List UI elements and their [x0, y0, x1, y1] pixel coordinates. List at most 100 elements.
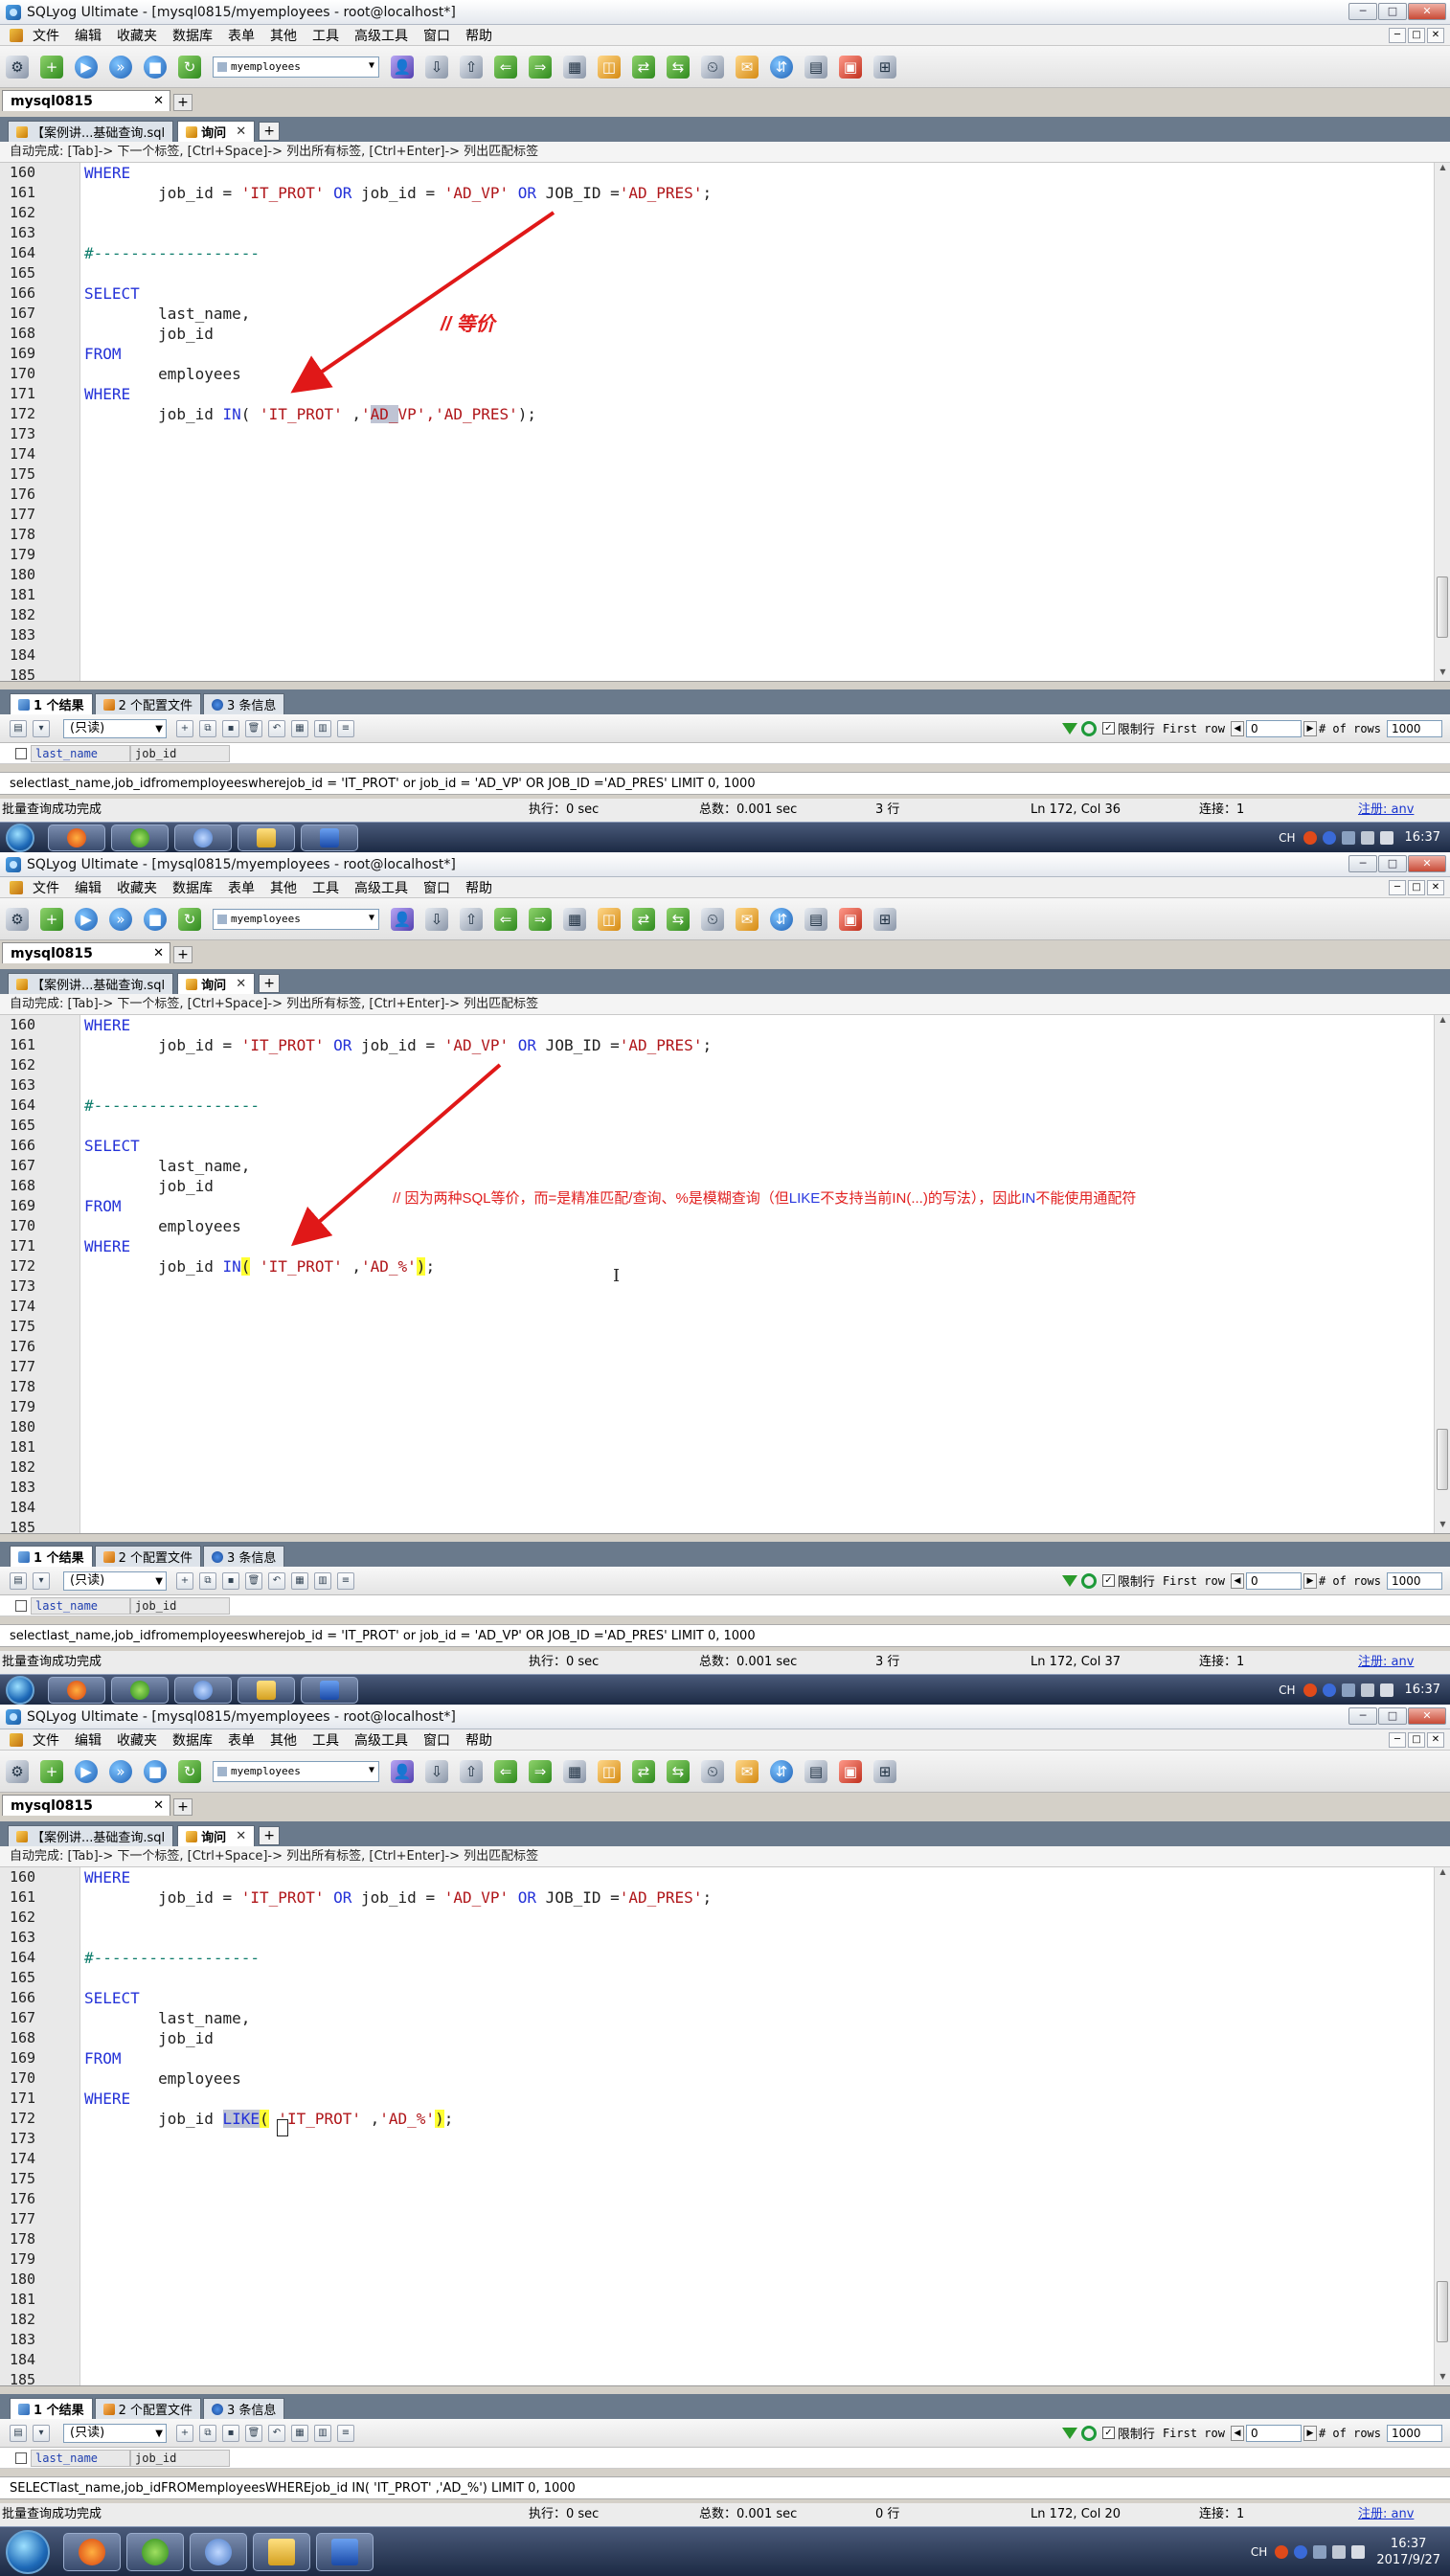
tray-clock[interactable]: 16:37 2017/9/27 — [1376, 2536, 1440, 2568]
settings-icon[interactable] — [1341, 830, 1355, 845]
refresh-icon[interactable] — [1080, 1572, 1097, 1589]
menu-table[interactable]: 表单 — [220, 26, 262, 45]
new-query-icon[interactable]: + — [40, 55, 63, 79]
limit-rows-checkbox[interactable]: ✓ — [1101, 722, 1115, 734]
menu-help[interactable]: 帮助 — [458, 878, 500, 897]
query-builder-icon[interactable]: ◫ — [598, 1759, 621, 1783]
mdi-close-button[interactable]: ✕ — [1427, 28, 1444, 43]
rows-input[interactable]: 1000 — [1387, 1571, 1442, 1590]
start-button[interactable] — [6, 823, 34, 852]
stop-query-icon[interactable]: ■ — [144, 907, 167, 931]
mdi-close-button[interactable]: ✕ — [1427, 1732, 1444, 1748]
status-registration[interactable]: 注册: anv — [1358, 2503, 1414, 2526]
add-connection-button[interactable]: + — [173, 94, 193, 111]
start-button[interactable] — [6, 2529, 50, 2574]
export-result-icon[interactable]: ▤ — [10, 1571, 27, 1590]
settings-icon[interactable] — [1341, 1683, 1355, 1697]
menu-advanced-tools[interactable]: 高级工具 — [347, 26, 416, 45]
column-job-id[interactable]: job_id — [130, 2449, 230, 2467]
filter-icon[interactable] — [1061, 2427, 1077, 2439]
network-icon[interactable] — [1332, 2544, 1347, 2559]
taskbar-browser[interactable] — [111, 1676, 169, 1704]
tray-language[interactable]: CH — [1279, 831, 1295, 845]
volume-icon[interactable] — [1351, 2544, 1366, 2559]
export-icon[interactable]: ⇒ — [529, 907, 552, 931]
code-area[interactable]: 160 WHERE 161 job_id = 'IT_PROT' OR job_i… — [0, 163, 1427, 684]
close-icon[interactable]: ✕ — [153, 1798, 164, 1813]
maximize-button[interactable]: □ — [1378, 1707, 1407, 1725]
menu-edit[interactable]: 编辑 — [67, 1730, 109, 1750]
menu-advanced-tools[interactable]: 高级工具 — [347, 1730, 416, 1750]
taskbar-sqlyog[interactable] — [174, 1676, 232, 1704]
taskbar-sqlyog[interactable] — [190, 2532, 247, 2571]
menu-help[interactable]: 帮助 — [458, 26, 500, 45]
execute-query-icon[interactable]: ▶ — [75, 907, 98, 931]
prev-page-icon[interactable]: ◀ — [1230, 1572, 1244, 1589]
insert-row-icon[interactable]: + — [176, 1571, 193, 1590]
taskbar-browser[interactable] — [126, 2532, 184, 2571]
close-icon[interactable]: ✕ — [153, 946, 164, 960]
tray-clock[interactable]: 16:37 — [1405, 829, 1440, 846]
import-icon[interactable]: ⇐ — [494, 55, 517, 79]
reset-icon[interactable]: ↶ — [268, 719, 285, 737]
scroll-up-icon[interactable]: ▲ — [1435, 163, 1450, 176]
taskbar-word[interactable] — [301, 824, 358, 851]
start-button[interactable] — [6, 1675, 34, 1705]
network-icon[interactable] — [1360, 830, 1374, 845]
restore-icon[interactable]: ⇧ — [460, 907, 483, 931]
new-connection-icon[interactable]: ⚙ — [6, 55, 29, 79]
grid-view-icon[interactable]: ▦ — [291, 719, 308, 737]
form-view-icon[interactable]: ▥ — [314, 1571, 331, 1590]
ime-icon[interactable] — [1275, 2544, 1289, 2559]
reset-icon[interactable]: ↶ — [268, 1571, 285, 1590]
tray-clock[interactable]: 16:37 — [1405, 1682, 1440, 1698]
schema-sync-icon[interactable]: ⇆ — [667, 907, 690, 931]
backup-icon[interactable]: ⇩ — [425, 55, 448, 79]
migration-icon[interactable]: ⇵ — [770, 55, 793, 79]
menu-window[interactable]: 窗口 — [416, 26, 458, 45]
new-query-icon[interactable]: + — [40, 907, 63, 931]
insert-row-icon[interactable]: + — [176, 719, 193, 737]
menu-tools[interactable]: 工具 — [305, 878, 347, 897]
export-result-icon[interactable]: ▤ — [10, 719, 27, 737]
new-connection-icon[interactable]: ⚙ — [6, 907, 29, 931]
tray-language[interactable]: CH — [1251, 2545, 1267, 2559]
profiler-icon[interactable]: ▤ — [804, 907, 827, 931]
menu-favorites[interactable]: 收藏夹 — [109, 26, 165, 45]
export-icon[interactable]: ⇒ — [529, 55, 552, 79]
text-view-icon[interactable]: ≡ — [337, 2424, 354, 2442]
database-selector[interactable]: myemployees ▼ — [213, 56, 379, 78]
network-icon[interactable] — [1360, 1683, 1374, 1697]
schema-sync-icon[interactable]: ⇆ — [667, 55, 690, 79]
delete-icon[interactable]: 🗑 — [245, 719, 262, 737]
add-query-tab-button[interactable]: + — [259, 974, 281, 993]
profiler-icon[interactable]: ▤ — [804, 1759, 827, 1783]
duplicate-row-icon[interactable]: ⧉ — [199, 2424, 216, 2442]
scroll-down-icon[interactable]: ▼ — [1435, 667, 1450, 681]
readonly-select[interactable]: (只读) ▼ — [63, 2423, 167, 2443]
column-last-name[interactable]: last_name — [31, 1596, 130, 1615]
data-sync-icon[interactable]: ⇄ — [632, 907, 655, 931]
next-page-icon[interactable]: ▶ — [1303, 1572, 1317, 1589]
tray-language[interactable]: CH — [1279, 1683, 1295, 1697]
taskbar-word[interactable] — [301, 1676, 358, 1704]
refresh-object-browser-icon[interactable]: ↻ — [178, 1759, 201, 1783]
column-last-name[interactable]: last_name — [31, 744, 130, 762]
backup-icon[interactable]: ⇩ — [425, 1759, 448, 1783]
form-view-icon[interactable]: ▥ — [314, 2424, 331, 2442]
connection-tab[interactable]: mysql0815 ✕ — [2, 942, 170, 963]
restore-icon[interactable]: ⇧ — [460, 1759, 483, 1783]
scroll-up-icon[interactable]: ▲ — [1435, 1867, 1450, 1881]
notifications-icon[interactable]: ✉ — [736, 1759, 759, 1783]
next-page-icon[interactable]: ▶ — [1303, 2425, 1317, 2441]
mdi-restore-button[interactable]: □ — [1408, 1732, 1425, 1748]
save-icon[interactable]: ▪ — [222, 719, 239, 737]
execute-all-icon[interactable]: » — [109, 907, 132, 931]
refresh-object-browser-icon[interactable]: ↻ — [178, 907, 201, 931]
migration-icon[interactable]: ⇵ — [770, 1759, 793, 1783]
code-area[interactable]: 160 WHERE 161 job_id = 'IT_PROT' OR job_i… — [0, 1015, 1427, 1536]
menu-database[interactable]: 数据库 — [165, 878, 220, 897]
export-result-icon[interactable]: ▤ — [10, 2424, 27, 2442]
execute-query-icon[interactable]: ▶ — [75, 1759, 98, 1783]
minimize-button[interactable]: ─ — [1348, 3, 1377, 20]
